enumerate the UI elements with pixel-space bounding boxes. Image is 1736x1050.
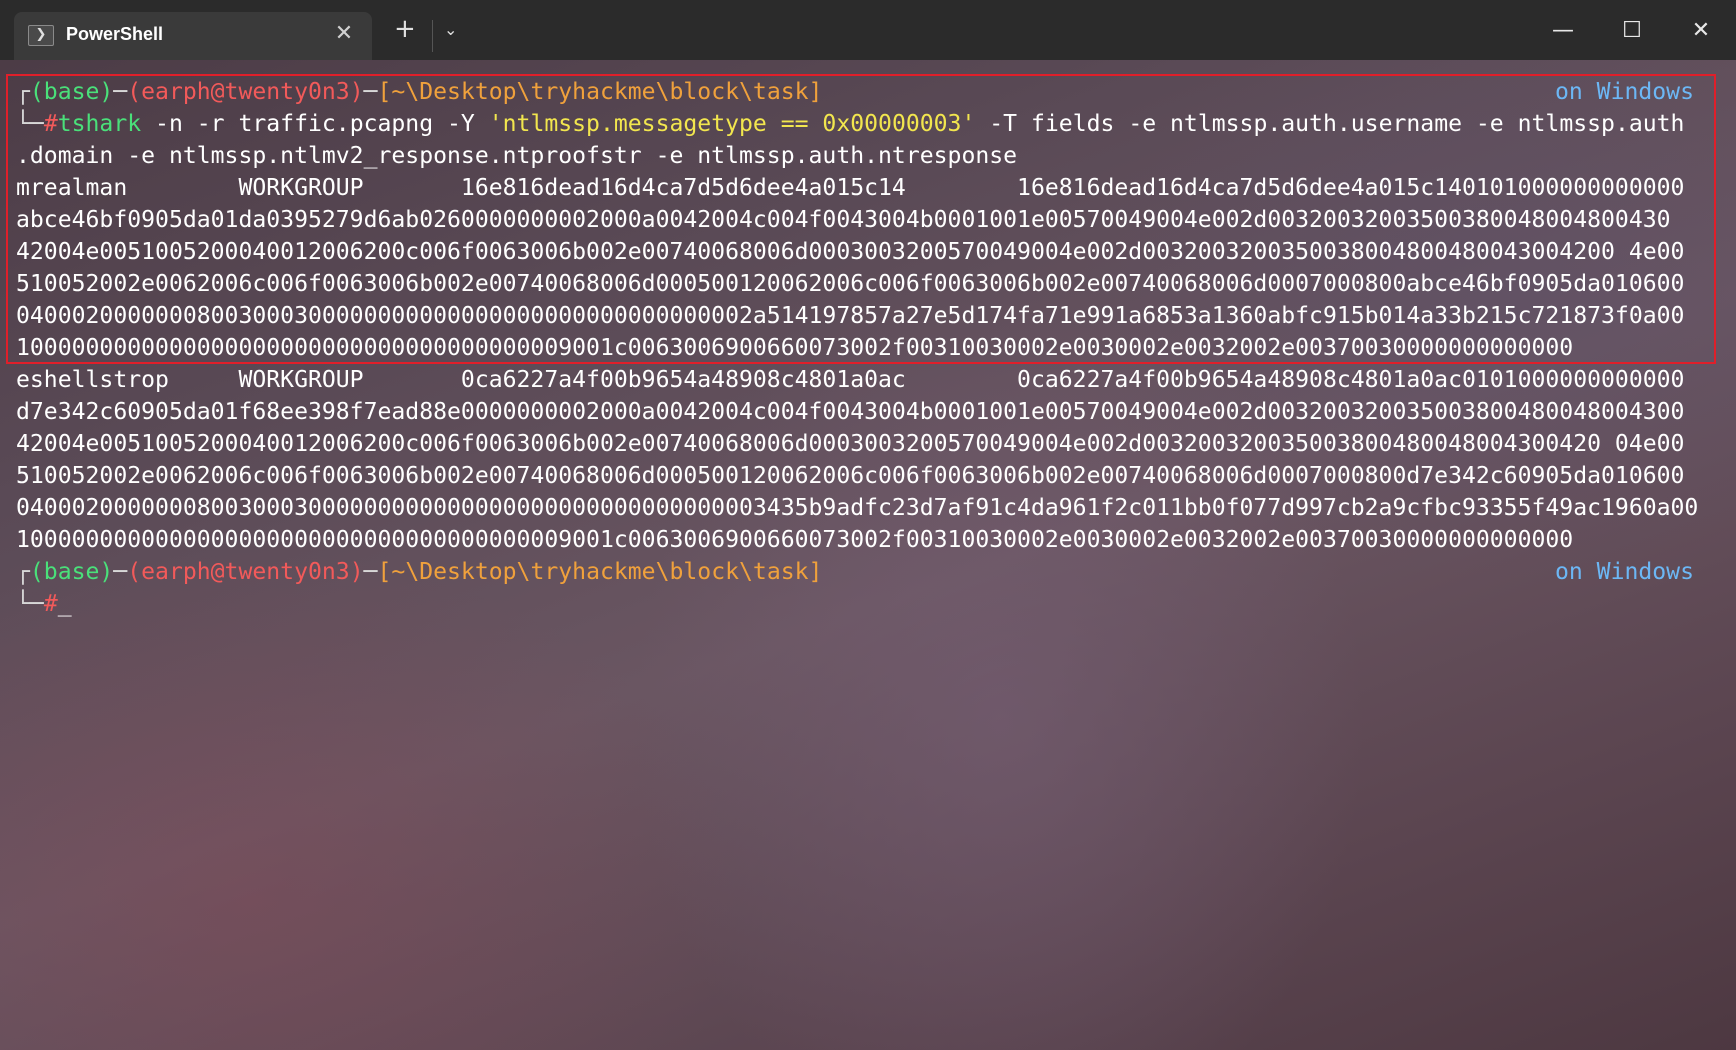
output-line: 1000000000000000000000000000000000000009… <box>16 527 1574 553</box>
prompt-dash: ─ <box>363 559 378 585</box>
tab-title: PowerShell <box>66 24 164 44</box>
prompt-corner: └─ <box>16 591 44 617</box>
prompt-hash: # <box>43 591 58 617</box>
maximize-button[interactable]: ☐ <box>1612 14 1652 48</box>
prompt-corner: ┌ <box>16 79 30 105</box>
output-line: 0400020000000800300030000000000000000000… <box>16 495 1699 521</box>
prompt-line-1: ┌(base)─(earph@twenty0n3)─[~\Desktop\try… <box>16 76 1696 108</box>
output-line: eshellstrop WORKGROUP 0ca6227a4f00b9654a… <box>16 367 1685 393</box>
conda-env: (base) <box>29 79 114 105</box>
command-line: └─#tshark -n -r traffic.pcapng -Y 'ntlms… <box>16 108 1696 140</box>
input-line[interactable]: └─#_ <box>16 588 1696 620</box>
output-line: 42004e0051005200040012006200c006f0063006… <box>16 431 1685 457</box>
divider <box>432 20 433 52</box>
platform-tag: on Windows <box>1554 559 1694 585</box>
cwd-path: [~\Desktop\tryhackme\block\task] <box>377 559 823 585</box>
tab-powershell[interactable]: ❯ PowerShell ✕ <box>14 12 372 60</box>
output-line: mrealman WORKGROUP 16e816dead16d4ca7d5d6… <box>16 175 1685 201</box>
platform-tag: on Windows <box>1554 79 1694 105</box>
command-name: tshark <box>57 111 142 137</box>
prompt-dash: ─ <box>113 79 128 105</box>
output-line: 510052002e0062006c006f0063006b002e007400… <box>16 271 1685 297</box>
powershell-icon: ❯ <box>28 25 54 46</box>
prompt-dash: ─ <box>113 559 128 585</box>
output-line: 42004e0051005200040012006200c006f0063006… <box>16 239 1685 265</box>
command-args: -n -r traffic.pcapng -Y <box>141 111 489 137</box>
minimize-button[interactable]: — <box>1543 14 1583 48</box>
output-line: d7e342c60905da01f68ee398f7ead88e00000000… <box>16 399 1685 425</box>
terminal-area[interactable]: ┌(base)─(earph@twenty0n3)─[~\Desktop\try… <box>0 60 1736 1050</box>
display-filter: 'ntlmssp.messagetype == 0x00000003' <box>488 111 976 137</box>
tab-dropdown-icon[interactable]: ⌄ <box>444 20 457 39</box>
prompt-corner: └─ <box>16 111 44 137</box>
close-button[interactable]: ✕ <box>1681 14 1721 48</box>
prompt-dash: ─ <box>363 79 378 105</box>
user-host: (earph@twenty0n3) <box>127 79 364 105</box>
title-bar: ❯ PowerShell ✕ + ⌄ — ☐ ✕ <box>0 0 1736 60</box>
cwd-path: [~\Desktop\tryhackme\block\task] <box>377 79 823 105</box>
prompt-hash: # <box>43 111 58 137</box>
command-args: -T fields -e ntlmssp.auth.username -e nt… <box>975 111 1685 137</box>
prompt-corner: ┌ <box>16 559 30 585</box>
output-line: 1000000000000000000000000000000000000009… <box>16 335 1574 361</box>
command-line-wrap: .domain -e ntlmssp.ntlmv2_response.ntpro… <box>16 143 1018 169</box>
tab-close-icon[interactable]: ✕ <box>330 21 358 46</box>
output-line: abce46bf0905da01da0395279d6ab02600000000… <box>16 207 1671 233</box>
user-host: (earph@twenty0n3) <box>127 559 364 585</box>
text-cursor: _ <box>57 591 72 617</box>
output-line: 510052002e0062006c006f0063006b002e007400… <box>16 463 1685 489</box>
output-line: 0400020000000800300030000000000000000000… <box>16 303 1685 329</box>
prompt-line-2: ┌(base)─(earph@twenty0n3)─[~\Desktop\try… <box>16 556 1696 588</box>
conda-env: (base) <box>29 559 114 585</box>
new-tab-button[interactable]: + <box>394 16 416 42</box>
